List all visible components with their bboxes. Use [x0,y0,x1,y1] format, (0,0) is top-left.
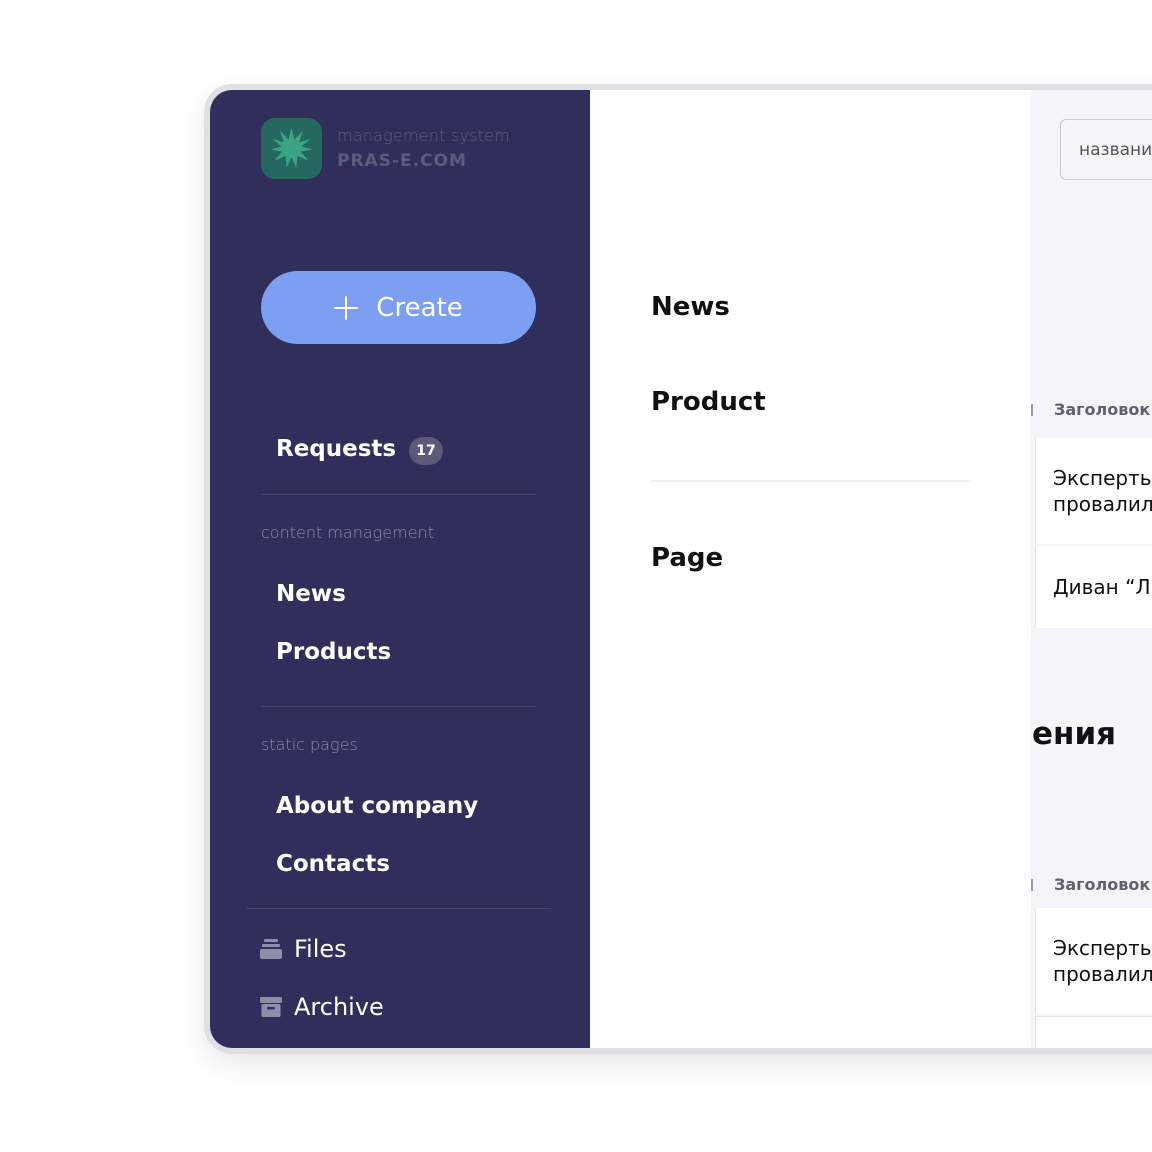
table-row[interactable]: Эксперты провалил [1035,438,1152,544]
section-label-content: content management [261,523,434,542]
requests-count-badge: 17 [409,437,443,465]
brand-name: PRAS-E.COM [337,151,467,171]
create-menu-item-news[interactable]: News [651,292,730,322]
files-icon [260,939,282,959]
create-menu-item-product[interactable]: Product [651,387,766,417]
sidebar-item-products[interactable]: Products [276,639,391,665]
create-menu-item-page[interactable]: Page [651,543,723,573]
create-button-label: Create [376,292,463,323]
archive-label: Archive [294,993,384,1021]
sidebar: management system PRAS-E.COM Create Requ… [210,90,590,1048]
section-heading: ения [1032,716,1117,752]
main-content: Заголовок Эксперты провалил Диван “Л ени… [1031,90,1152,1048]
files-label: Files [294,935,347,963]
sidebar-item-contacts[interactable]: Contacts [276,851,390,877]
brand-logo [261,118,322,179]
table-column-header[interactable]: Заголовок [1054,400,1150,419]
search-input[interactable] [1060,119,1152,180]
table-cell: Эксперты [1053,466,1152,490]
sidebar-item-files[interactable]: Files [260,935,347,963]
sidebar-divider [261,706,536,707]
table-row[interactable] [1035,1016,1152,1048]
sidebar-divider [246,908,551,909]
archive-icon [260,997,282,1017]
table-column-header[interactable]: Заголовок [1054,875,1150,894]
table-row[interactable]: Эксперты провалил [1035,908,1152,1014]
brand-subtitle: management system [337,126,510,145]
create-menu-panel: News Product Page [590,90,1031,1048]
column-resize-handle[interactable] [1031,879,1033,891]
create-menu-divider [651,480,970,482]
table-cell: провалил [1053,962,1152,986]
create-button[interactable]: Create [261,271,536,344]
sidebar-item-news[interactable]: News [276,581,346,607]
section-label-static: static pages [261,735,358,754]
sidebar-item-requests[interactable]: Requests [276,436,396,462]
column-resize-handle[interactable] [1031,404,1033,416]
star-icon [271,128,312,168]
table-cell: провалил [1053,492,1152,516]
table-cell: Диван “Л [1053,575,1151,599]
plus-icon [334,295,359,320]
sidebar-item-archive[interactable]: Archive [260,993,384,1021]
table-row[interactable]: Диван “Л [1035,546,1152,628]
app-window: management system PRAS-E.COM Create Requ… [210,90,1152,1048]
sidebar-divider [261,494,536,495]
sidebar-item-about-company[interactable]: About company [276,793,478,819]
table-cell: Эксперты [1053,936,1152,960]
